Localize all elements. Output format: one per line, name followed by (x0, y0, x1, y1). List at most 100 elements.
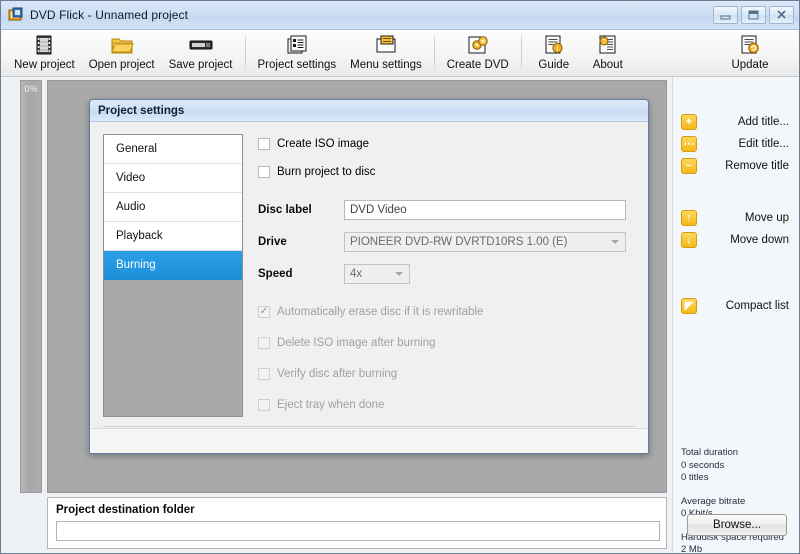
checkbox-row-verify-disc[interactable]: Verify disc after burning (258, 364, 626, 384)
category-item-audio[interactable]: Audio (104, 193, 242, 222)
checkbox-label: Create ISO image (277, 138, 369, 150)
toolbar-label: Save project (169, 59, 233, 71)
dialog-body: General Video Audio Playback Burning Cre… (90, 122, 648, 454)
toolbar-label: Open project (89, 59, 155, 71)
window-titlebar: DVD Flick - Unnamed project (1, 1, 799, 30)
disc-label-input[interactable] (344, 200, 626, 220)
minimize-button[interactable] (713, 6, 738, 24)
checkbox-burn-to-disc[interactable] (258, 166, 270, 178)
close-button[interactable] (769, 6, 794, 24)
floppy-disk-icon (186, 32, 216, 58)
field-row-speed: Speed 4x (258, 264, 626, 284)
toolbar-label: Create DVD (447, 59, 509, 71)
checkbox-verify-disc[interactable] (258, 368, 270, 380)
destination-folder-section: Project destination folder (47, 497, 667, 549)
film-strip-icon (29, 32, 59, 58)
progress-percent-label: 0% (24, 84, 37, 94)
document-info-icon: i (539, 32, 569, 58)
sidebar-item-add-title[interactable]: + Add title... (681, 111, 791, 133)
maximize-button[interactable] (741, 6, 766, 24)
folder-open-icon (107, 32, 137, 58)
right-sidebar: + Add title... ⋯ Edit title... − Remove … (672, 77, 799, 553)
compact-list-icon: ◤ (681, 298, 697, 314)
settings-category-list[interactable]: General Video Audio Playback Burning (103, 134, 243, 417)
checkbox-label: Verify disc after burning (277, 368, 397, 380)
field-row-disc-label: Disc label (258, 200, 626, 220)
app-icon (8, 7, 24, 23)
checkbox-label: Delete ISO image after burning (277, 337, 436, 349)
document-question-icon: ? (593, 32, 623, 58)
speed-label: Speed (258, 268, 344, 280)
chevron-down-icon (611, 240, 619, 244)
disc-label-label: Disc label (258, 204, 344, 216)
checkbox-create-iso[interactable] (258, 138, 270, 150)
checkbox-row-burn-to-disc[interactable]: Burn project to disc (258, 162, 626, 182)
checkbox-row-delete-iso[interactable]: Delete ISO image after burning (258, 333, 626, 353)
sidebar-item-move-up[interactable]: ↑ Move up (681, 207, 791, 229)
menu-screen-icon (371, 32, 401, 58)
sidebar-item-label: Edit title... (697, 138, 791, 150)
burning-settings-pane: Create ISO image Burn project to disc Di… (258, 134, 626, 426)
checkbox-auto-erase[interactable]: ✓ (258, 306, 270, 318)
sidebar-spacer-mid (673, 177, 799, 207)
speed-select[interactable]: 4x (344, 264, 410, 284)
document-refresh-icon (735, 32, 765, 58)
minus-icon: − (681, 158, 697, 174)
checkbox-label: Burn project to disc (277, 166, 375, 178)
toolbar-label: Update (731, 59, 768, 71)
category-item-playback[interactable]: Playback (104, 222, 242, 251)
sidebar-item-label: Add title... (697, 116, 791, 128)
toolbar-separator (521, 32, 522, 72)
toolbar-button-create-dvd[interactable]: Create DVD (440, 30, 516, 71)
gears-disc-icon (463, 32, 493, 58)
dialog-footer (90, 428, 648, 454)
drive-select[interactable]: PIONEER DVD-RW DVRTD10RS 1.00 (E) (344, 232, 626, 252)
toolbar-button-save-project[interactable]: Save project (162, 30, 240, 71)
checkbox-delete-iso[interactable] (258, 337, 270, 349)
browse-button[interactable]: Browse... (687, 514, 787, 536)
sidebar-item-label: Compact list (697, 300, 791, 312)
toolbar-button-menu-settings[interactable]: Menu settings (343, 30, 429, 71)
toolbar-button-project-settings[interactable]: Project settings (251, 30, 344, 71)
stat-total-duration: Total duration 0 seconds 0 titles (681, 447, 797, 485)
sidebar-item-remove-title[interactable]: − Remove title (681, 155, 791, 177)
toolbar-button-new-project[interactable]: New project (7, 30, 82, 71)
checkbox-label: Automatically erase disc if it is rewrit… (277, 306, 483, 318)
checkbox-row-auto-erase[interactable]: ✓ Automatically erase disc if it is rewr… (258, 302, 626, 322)
sidebar-item-label: Remove title (697, 160, 791, 172)
stat-label: Total duration (681, 447, 797, 460)
category-item-general[interactable]: General (104, 135, 242, 164)
drive-select-value: PIONEER DVD-RW DVRTD10RS 1.00 (E) (350, 236, 567, 248)
category-item-burning[interactable]: Burning (104, 251, 242, 280)
toolbar-label: Guide (538, 59, 569, 71)
dialog-divider (103, 426, 635, 427)
window-controls (713, 6, 794, 24)
main-toolbar: New project Open project Save projec (1, 30, 799, 77)
arrow-up-icon: ↑ (681, 210, 697, 226)
toolbar-button-update[interactable]: Update (723, 30, 777, 71)
sidebar-item-compact-list[interactable]: ◤ Compact list (681, 295, 791, 317)
stat-titles-value: 0 titles (681, 472, 797, 485)
checkbox-eject-tray[interactable] (258, 399, 270, 411)
sidebar-item-edit-title[interactable]: ⋯ Edit title... (681, 133, 791, 155)
sidebar-item-move-down[interactable]: ↓ Move down (681, 229, 791, 251)
checkbox-label: Eject tray when done (277, 399, 384, 411)
toolbar-button-about[interactable]: ? About (581, 30, 635, 71)
dialog-title: Project settings (98, 105, 184, 117)
browse-section: Browse... (681, 514, 793, 536)
checkbox-row-eject-tray[interactable]: Eject tray when done (258, 395, 626, 415)
stat-label: Average bitrate (681, 496, 797, 509)
category-item-video[interactable]: Video (104, 164, 242, 193)
toolbar-button-guide[interactable]: i Guide (527, 30, 581, 71)
speed-select-value: 4x (350, 268, 362, 280)
toolbar-separator (434, 32, 435, 72)
toolbar-label: Menu settings (350, 59, 422, 71)
toolbar-button-open-project[interactable]: Open project (82, 30, 162, 71)
sidebar-item-label: Move down (697, 234, 791, 246)
destination-folder-input[interactable] (56, 521, 660, 541)
burning-options-group: ✓ Automatically erase disc if it is rewr… (258, 302, 626, 415)
dialog-titlebar: Project settings (90, 100, 648, 122)
chevron-down-icon (395, 272, 403, 276)
checkbox-row-create-iso[interactable]: Create ISO image (258, 134, 626, 154)
ellipsis-icon: ⋯ (681, 136, 697, 152)
